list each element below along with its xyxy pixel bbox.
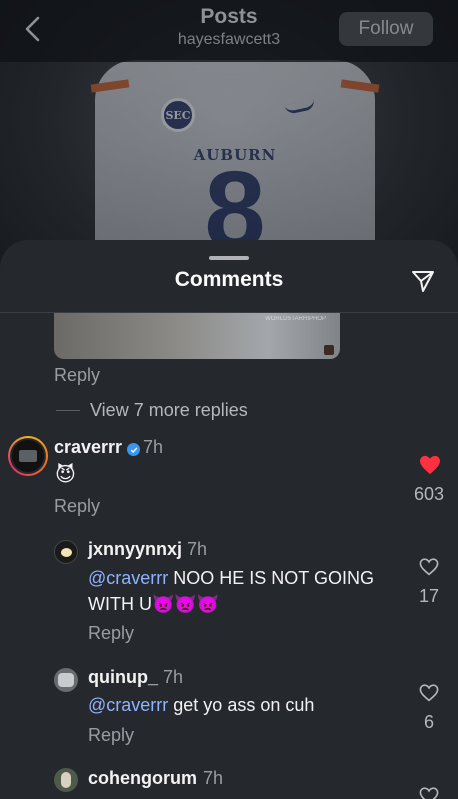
follow-button[interactable]: Follow: [339, 12, 433, 46]
avatar[interactable]: [54, 768, 78, 792]
comment-text-body: get yo ass on cuh: [168, 695, 315, 715]
view-more-label: View 7 more replies: [90, 400, 248, 420]
comment-username[interactable]: cohengorum: [88, 768, 197, 789]
sheet-grabber-handle[interactable]: [209, 256, 249, 260]
media-watermark: WORLDSTARHIPHOP: [265, 316, 326, 322]
avatar: [10, 438, 46, 474]
heart-outline-icon[interactable]: [419, 558, 439, 576]
comment-timestamp: 7h: [187, 539, 208, 559]
comment-text: @craverrr get yo ass on cuh: [88, 692, 314, 718]
avatar-story-ring[interactable]: [8, 436, 48, 476]
sleeve-stripe-left: [90, 79, 130, 93]
comment-username[interactable]: quinup_: [88, 667, 158, 688]
nike-swoosh-icon: [284, 98, 316, 116]
view-more-replies[interactable]: View 7 more replies: [56, 400, 248, 421]
comment-text-line1: NOO HE IS NOT GOING: [168, 568, 374, 588]
mention-link[interactable]: @craverrr: [88, 695, 168, 715]
like-count: 17: [418, 586, 440, 606]
comment-text: 😈: [55, 464, 76, 486]
sec-logo: SEC: [161, 98, 195, 132]
reply-button[interactable]: Reply: [54, 365, 100, 386]
comments-title: Comments: [174, 268, 284, 291]
heart-filled-icon[interactable]: [419, 455, 441, 475]
avatar[interactable]: [54, 540, 78, 564]
reply-button[interactable]: Reply: [54, 496, 100, 517]
comment-timestamp: 7h: [143, 437, 164, 457]
comment-timestamp: 7h: [203, 768, 224, 788]
comment-timestamp: 7h: [163, 667, 184, 687]
heart-outline-icon[interactable]: [419, 684, 439, 702]
sleeve-stripe-right: [340, 79, 380, 93]
avatar-image: [58, 673, 74, 687]
share-send-icon[interactable]: [410, 268, 436, 294]
view-more-line: [56, 410, 80, 411]
like-count: 6: [423, 712, 434, 732]
heart-outline-icon[interactable]: [419, 787, 439, 799]
comments-sheet: Comments WORLDSTARHIPHOP Reply View 7 mo…: [0, 240, 458, 799]
avatar-image: [61, 548, 72, 557]
like-count: 603: [413, 484, 445, 504]
comment-text-line2: WITH U👿👿👿: [88, 594, 220, 614]
media-corner-mark: [324, 345, 334, 355]
comment-media-thumbnail[interactable]: WORLDSTARHIPHOP: [54, 313, 340, 359]
reply-button[interactable]: Reply: [88, 623, 134, 644]
top-bar: Posts hayesfawcett3 Follow: [0, 0, 458, 62]
comment-username[interactable]: jxnnyynnxj: [88, 539, 182, 560]
mention-link[interactable]: @craverrr: [88, 568, 168, 588]
comment-username[interactable]: craverrr: [54, 437, 122, 458]
avatar-image: [61, 772, 71, 788]
verified-badge-icon: [127, 443, 140, 456]
comment-text: @craverrr NOO HE IS NOT GOING WITH U👿👿👿: [88, 565, 418, 617]
avatar-image: [19, 450, 37, 462]
reply-button[interactable]: Reply: [88, 725, 134, 746]
avatar[interactable]: [54, 668, 78, 692]
